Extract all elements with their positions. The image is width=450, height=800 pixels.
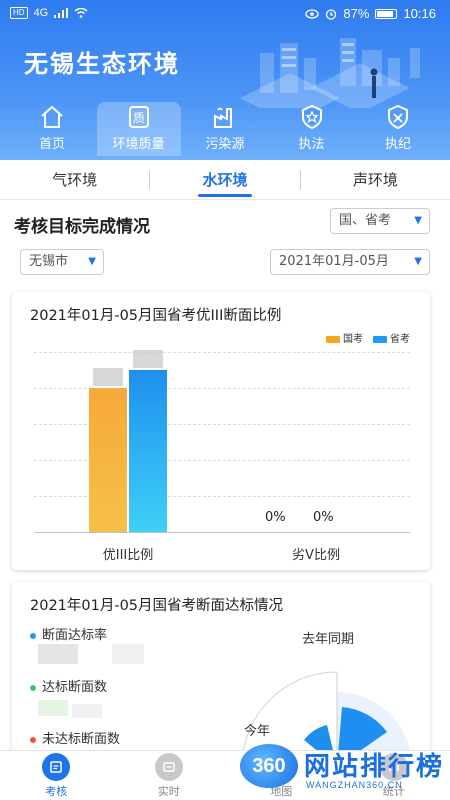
- section-title: 考核目标完成情况: [14, 217, 150, 237]
- tab-realtime[interactable]: 实时: [113, 751, 226, 800]
- x-axis: [34, 532, 410, 533]
- chevron-down-icon: ▼: [414, 215, 422, 226]
- tab-noise[interactable]: 声环境: [301, 160, 450, 199]
- tab-label: 实时: [157, 784, 180, 798]
- quality-icon: 质: [128, 106, 149, 128]
- signal-icon: [54, 8, 69, 18]
- data-label: 0%: [265, 510, 286, 525]
- watermark: 360 网站排行榜 WANGZHAN360.CN: [240, 740, 445, 800]
- blurred-value: [112, 644, 144, 664]
- wifi-icon: [74, 8, 88, 18]
- battery-icon: [375, 8, 398, 19]
- app-title: 无锡生态环境: [24, 50, 180, 78]
- compliance-card: 2021年01月-05月国省考断面达标情况 断面达标率 达标断面数 未达标断面数…: [12, 582, 430, 762]
- city-illustration: [240, 38, 420, 108]
- battery-percent: 87%: [343, 6, 370, 21]
- nav-label: 执纪: [384, 137, 411, 152]
- legend-label: 断面达标率: [42, 628, 108, 643]
- nav-discipline[interactable]: 执纪: [356, 102, 440, 156]
- period-select[interactable]: 2021年01月-05月 ▼: [270, 249, 430, 275]
- legend-item-provincial[interactable]: 省考: [373, 330, 410, 345]
- bar-national[interactable]: [89, 388, 127, 532]
- ring-label-last-year: 去年同期: [302, 632, 355, 647]
- nav-home[interactable]: 首页: [10, 102, 94, 156]
- legend-label: 国考: [343, 334, 363, 345]
- tab-label: 考核: [45, 784, 68, 798]
- chart-legend: 国考 省考: [326, 330, 410, 345]
- home-icon: [41, 105, 63, 128]
- legend-item-rate: 断面达标率: [30, 624, 107, 643]
- tab-air[interactable]: 气环境: [0, 160, 149, 199]
- discipline-icon: [388, 104, 408, 130]
- nav-environment-quality[interactable]: 质 环境质量: [96, 102, 181, 156]
- assessment-icon: [42, 752, 71, 781]
- legend-item-national[interactable]: 国考: [326, 330, 363, 345]
- data-label: 0%: [313, 510, 334, 525]
- legend-swatch: [326, 335, 340, 343]
- factory-icon: [214, 107, 232, 128]
- x-tick-label: 优III比例: [102, 548, 154, 563]
- legend-item-compliant: 达标断面数: [30, 676, 107, 695]
- legend-swatch: [373, 335, 387, 343]
- nav-enforcement[interactable]: 执法: [270, 102, 354, 156]
- ring-label-this-year: 今年: [244, 724, 271, 739]
- legend-dot: [30, 632, 36, 639]
- ratio-chart-card: 2021年01月-05月国省考优III断面比例 国考 省考 优III比例 劣Ⅴ比…: [12, 292, 430, 570]
- legend-item-noncompliant: 未达标断面数: [30, 728, 120, 747]
- watermark-text: 网站排行榜: [304, 752, 445, 782]
- tab-assessment[interactable]: 考核: [0, 751, 113, 800]
- tab-water[interactable]: 水环境: [150, 160, 299, 199]
- assessment-section: 考核目标完成情况 国、省考 ▼ 无锡市 ▼ 2021年01月-05月 ▼ 202…: [0, 200, 450, 762]
- grid-line: [34, 352, 410, 353]
- x-tick-label: 劣Ⅴ比例: [292, 548, 340, 563]
- network-type: 4G: [33, 7, 49, 19]
- hd-badge: HD: [10, 7, 28, 19]
- legend-label: 达标断面数: [42, 680, 108, 695]
- legend-label: 未达标断面数: [42, 732, 121, 747]
- svg-text:质: 质: [132, 111, 144, 125]
- clock: 10:16: [403, 6, 436, 21]
- bar-value-label: [93, 368, 123, 386]
- alarm-icon: [326, 8, 337, 20]
- nav-label: 污染源: [205, 137, 245, 152]
- status-bar: HD 4G 87% 10:16: [0, 0, 450, 28]
- bar-chart: 优III比例 劣Ⅴ比例 0% 0%: [34, 350, 410, 563]
- nav-pollution-source[interactable]: 污染源: [183, 102, 267, 156]
- level-select[interactable]: 国、省考 ▼: [330, 208, 430, 234]
- legend-dot: [30, 736, 36, 743]
- chevron-down-icon: ▼: [414, 256, 422, 267]
- watermark-url: WANGZHAN360.CN: [306, 780, 403, 790]
- city-select[interactable]: 无锡市 ▼: [20, 249, 104, 275]
- bar-value-label: [133, 350, 163, 368]
- city-select-value: 无锡市: [29, 254, 69, 269]
- period-select-value: 2021年01月-05月: [279, 254, 389, 269]
- main-nav: 首页 质 环境质量 污染源 执法 执纪: [10, 102, 440, 158]
- blurred-value: [38, 644, 78, 664]
- legend-label: 省考: [390, 334, 410, 345]
- blurred-value: [72, 704, 102, 718]
- blurred-value: [38, 700, 68, 716]
- shield-star-icon: [301, 104, 322, 130]
- eye-icon: [305, 8, 320, 19]
- watermark-logo: 360: [240, 744, 298, 788]
- realtime-icon: [154, 752, 183, 781]
- nav-label: 首页: [38, 137, 65, 152]
- sub-tabs: 气环境 水环境 声环境: [0, 160, 450, 200]
- chevron-down-icon: ▼: [88, 256, 96, 267]
- nav-label: 环境质量: [112, 137, 165, 152]
- nav-label: 执法: [298, 137, 325, 152]
- bar-provincial[interactable]: [129, 370, 167, 532]
- level-select-value: 国、省考: [339, 213, 392, 228]
- legend-dot: [30, 684, 36, 691]
- chart-title: 2021年01月-05月国省考优III断面比例: [30, 308, 282, 324]
- app-header: HD 4G 87% 10:16 无锡生态环境 首页 质 环境质量 污染源 执法 …: [0, 0, 450, 160]
- card-title: 2021年01月-05月国省考断面达标情况: [30, 598, 284, 614]
